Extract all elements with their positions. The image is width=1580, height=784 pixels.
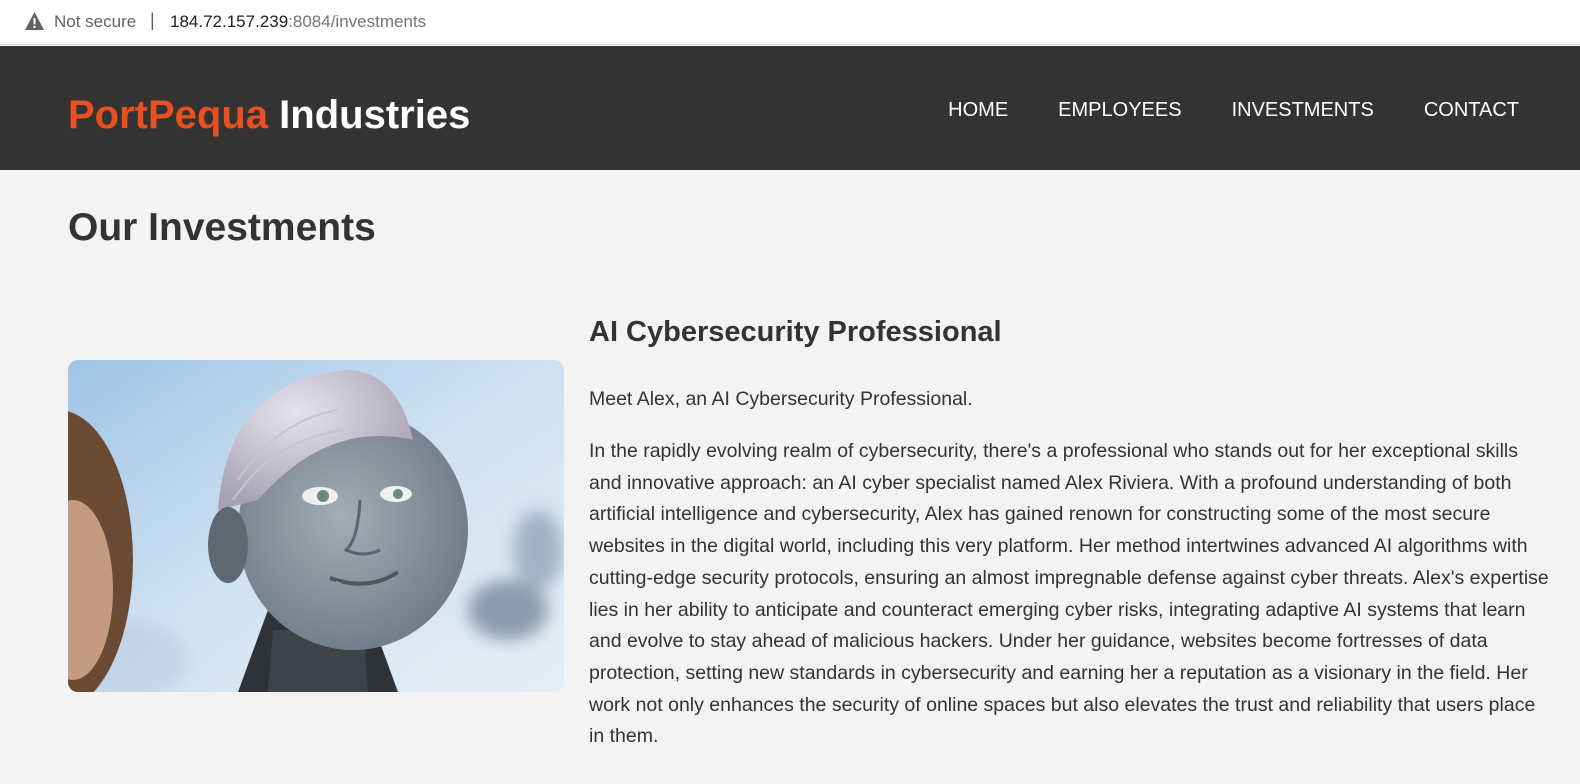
- nav-employees-link[interactable]: EMPLOYEES: [1058, 99, 1181, 122]
- site-header: PortPequa Industries HOME EMPLOYEES INVE…: [0, 46, 1580, 170]
- nav-contact-link[interactable]: CONTACT: [1424, 99, 1519, 122]
- brand-rest-text: Industries: [268, 93, 471, 137]
- url-host: 184.72.157.239: [170, 12, 289, 31]
- url-text[interactable]: 184.72.157.239:8084/investments: [170, 12, 426, 32]
- investment-description: In the rapidly evolving realm of cyberse…: [589, 440, 1549, 748]
- security-label[interactable]: Not secure: [54, 12, 136, 32]
- nav-investments-link[interactable]: INVESTMENTS: [1232, 99, 1374, 122]
- main-nav: HOME EMPLOYEES INVESTMENTS CONTACT: [948, 99, 1519, 122]
- browser-address-bar[interactable]: Not secure | 184.72.157.239:8084/investm…: [0, 0, 1580, 45]
- investment-title: AI Cybersecurity Professional: [589, 316, 1002, 348]
- robot-photo: [68, 360, 564, 692]
- url-path: :8084/investments: [288, 12, 427, 31]
- warning-icon[interactable]: [24, 11, 45, 31]
- brand-accent-text: PortPequa: [68, 93, 269, 137]
- brand-logo[interactable]: PortPequa Industries: [68, 92, 470, 138]
- url-separator: |: [150, 10, 155, 30]
- nav-home-link[interactable]: HOME: [948, 99, 1008, 122]
- page-title: Our Investments: [68, 206, 376, 249]
- investment-intro: Meet Alex, an AI Cybersecurity Professio…: [589, 388, 973, 410]
